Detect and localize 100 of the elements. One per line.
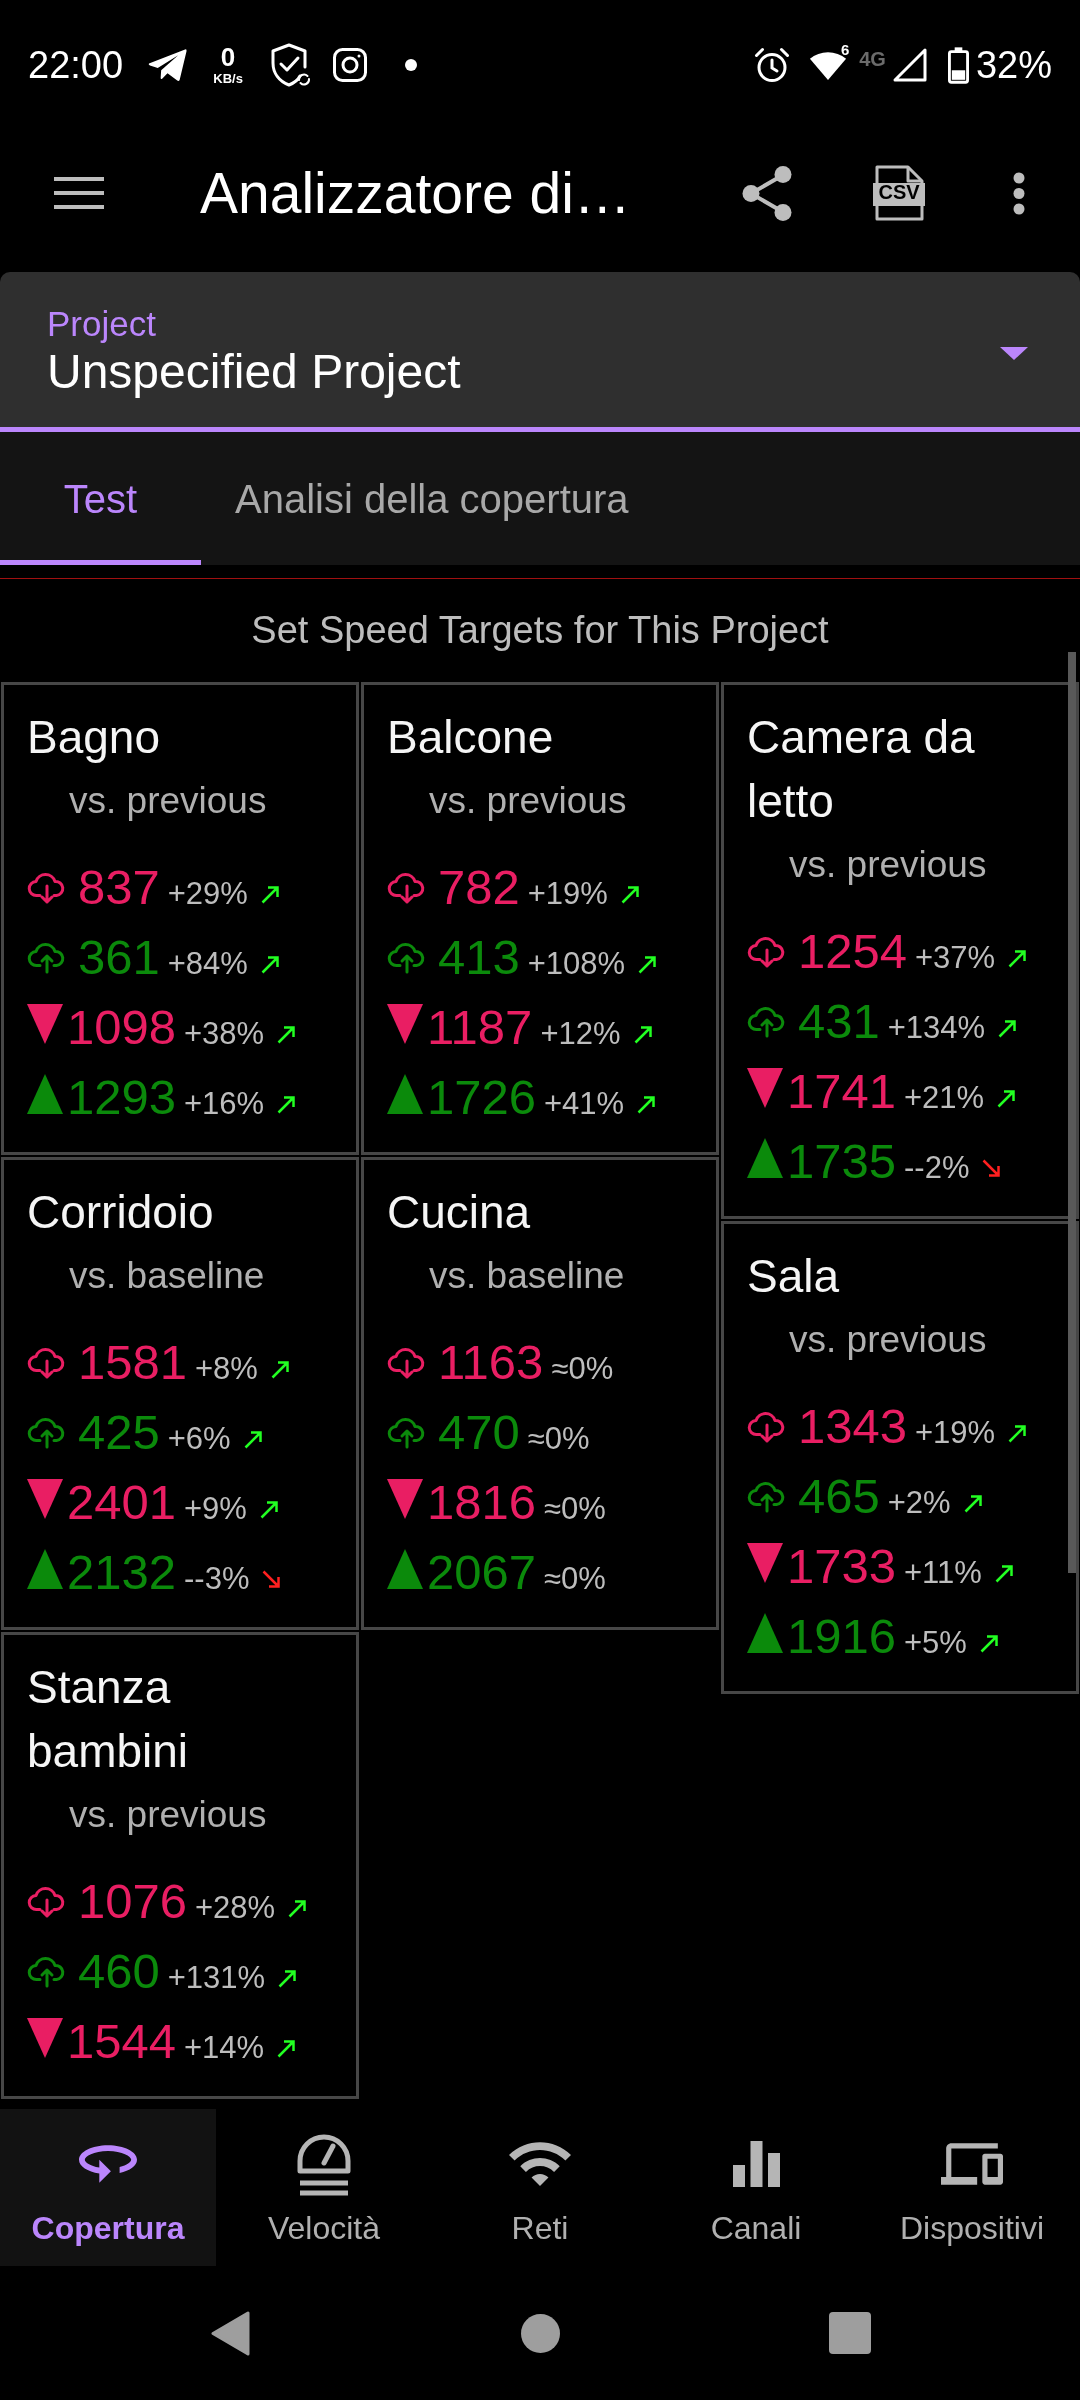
comparison-label: vs. baseline <box>429 1254 626 1298</box>
triangle-down-icon <box>387 1004 423 1044</box>
room-card[interactable]: Cucina vs. baseline 1163 ≈0% 470 ≈0% 1816 ≈0% 2067 ≈0% <box>361 1157 719 1630</box>
arrow-up-right-icon <box>1008 949 1028 968</box>
percent-change: +131% <box>167 1959 266 1997</box>
arrow-up-right-icon <box>998 1019 1018 1038</box>
room-card[interactable]: Camera da letto vs. previous 1254 +37% 431 +134% 1741 +21% 1735 --2% <box>721 682 1079 1219</box>
percent-change: +28% <box>195 1889 276 1927</box>
room-card[interactable]: Bagno vs. previous 837 +29% 361 +84% 1098 +38% 1293 +16% <box>1 682 359 1155</box>
metric-value: 1741 <box>787 1063 896 1120</box>
cloud-download-icon <box>27 1887 65 1918</box>
triangle-down-icon <box>387 1479 423 1519</box>
share-icon[interactable] <box>742 165 792 221</box>
triangle-up-icon <box>27 1074 63 1114</box>
metric-value: 837 <box>78 859 160 916</box>
percent-change: --2% <box>904 1149 970 1187</box>
arrow-up-right-icon <box>278 1969 298 1988</box>
comparison-label: vs. previous <box>69 779 268 823</box>
arrow-up-right-icon <box>277 1025 297 1044</box>
metric-value: 1726 <box>427 1069 536 1126</box>
triangle-down-icon <box>27 1004 63 1044</box>
shield-check-icon <box>269 43 312 87</box>
metric-value: 2132 <box>67 1544 176 1601</box>
triangle-down-icon <box>27 2018 63 2058</box>
percent-change: +84% <box>167 945 248 983</box>
bar-chart-icon <box>732 2141 780 2187</box>
comparison-label: vs. previous <box>789 1318 988 1362</box>
room-card[interactable]: Sala vs. previous 1343 +19% 465 +2% 1733 +11% 1916 +5% <box>721 1221 1079 1694</box>
devices-icon <box>941 2143 1003 2185</box>
room-card[interactable]: Corridoio vs. baseline 1581 +8% 425 +6% 2401 +9% 2132 --3% <box>1 1157 359 1630</box>
cloud-upload-icon <box>27 943 65 974</box>
metric-value: 1254 <box>798 923 907 980</box>
metric-value: 470 <box>438 1404 520 1461</box>
arrow-up-right-icon <box>277 1095 297 1114</box>
triangle-down-icon <box>747 1543 783 1583</box>
metric-value: 460 <box>78 1943 160 2000</box>
percent-change: +11% <box>904 1554 982 1592</box>
percent-change: +9% <box>184 1490 247 1528</box>
arrow-up-right-icon <box>1008 1424 1028 1443</box>
arrow-up-right-icon <box>963 1494 983 1513</box>
card-title: Bagno <box>27 710 161 765</box>
room-card[interactable]: Stanza bambini vs. previous 1076 +28% 460 +131% 1544 +14% <box>1 1632 359 2099</box>
arrow-down-right-icon <box>262 1570 282 1589</box>
csv-export-button[interactable]: CSV <box>873 165 925 221</box>
comparison-label: vs. previous <box>789 843 988 887</box>
cloud-upload-icon <box>747 1007 785 1038</box>
tab[interactable]: Analisi della copertura <box>201 432 663 565</box>
wifi-version-text: 6 <box>840 42 850 58</box>
metric-value: 1544 <box>67 2013 176 2070</box>
card-title: Cucina <box>387 1185 532 1240</box>
nav-tab[interactable]: Copertura <box>0 2109 216 2266</box>
arrow-down-right-icon <box>982 1159 1002 1178</box>
percent-change: +8% <box>195 1350 258 1388</box>
room-card[interactable]: Balcone vs. previous 782 +19% 413 +108% 1187 +12% 1726 +41% <box>361 682 719 1155</box>
cloud-upload-icon <box>387 1418 425 1449</box>
arrow-up-right-icon <box>620 885 640 904</box>
camera-icon <box>333 48 368 82</box>
metric-value: 1293 <box>67 1069 176 1126</box>
card-title: Stanza bambini <box>27 1660 190 1779</box>
arrow-up-right-icon <box>277 2039 297 2058</box>
metric-value: 782 <box>438 859 520 916</box>
selected-value: Unspecified Project <box>47 346 461 398</box>
cloud-download-icon <box>387 873 425 904</box>
percent-change: +12% <box>540 1015 621 1053</box>
percent-change: +6% <box>167 1420 231 1458</box>
cloud-upload-icon <box>747 1482 785 1513</box>
metric-value: 1098 <box>67 999 176 1056</box>
project-select[interactable]: Project Unspecified Project <box>0 272 1080 432</box>
metric-value: 1187 <box>427 999 533 1056</box>
triangle-up-icon <box>387 1074 423 1114</box>
more-options-icon[interactable] <box>1013 171 1025 215</box>
arrow-up-right-icon <box>288 1899 308 1918</box>
tab[interactable]: Test <box>0 432 201 565</box>
battery-icon <box>947 46 969 84</box>
percent-change: ≈0% <box>527 1420 590 1458</box>
metric-value: 2067 <box>427 1544 536 1601</box>
percent-change: +14% <box>184 2029 265 2067</box>
home-icon[interactable] <box>520 2313 560 2353</box>
triangle-down-icon <box>27 1479 63 1519</box>
percent-change: +134% <box>887 1009 986 1047</box>
clock-time: 22:00 <box>28 43 124 87</box>
percent-change: ≈0% <box>544 1560 606 1598</box>
set-targets-link[interactable]: Set Speed Targets for This Project <box>251 607 829 653</box>
arrow-up-right-icon <box>243 1430 263 1449</box>
comparison-label: vs. previous <box>69 1793 268 1837</box>
arrow-up-right-icon <box>994 1564 1014 1583</box>
percent-change: +21% <box>904 1079 985 1117</box>
scrollbar[interactable] <box>1068 652 1076 1573</box>
card-title: Balcone <box>387 710 555 765</box>
back-icon[interactable] <box>210 2310 250 2356</box>
triangle-up-icon <box>747 1138 783 1178</box>
metric-value: 431 <box>798 993 880 1050</box>
arrow-up-right-icon <box>638 955 658 974</box>
network-type-text: 4G <box>859 48 886 70</box>
arrow-up-right-icon <box>259 1500 279 1519</box>
menu-icon[interactable] <box>54 177 104 209</box>
percent-change: +5% <box>904 1624 967 1662</box>
percent-change: +37% <box>915 939 996 977</box>
battery-percent: 32% <box>975 43 1052 87</box>
cloud-download-icon <box>387 1348 425 1379</box>
